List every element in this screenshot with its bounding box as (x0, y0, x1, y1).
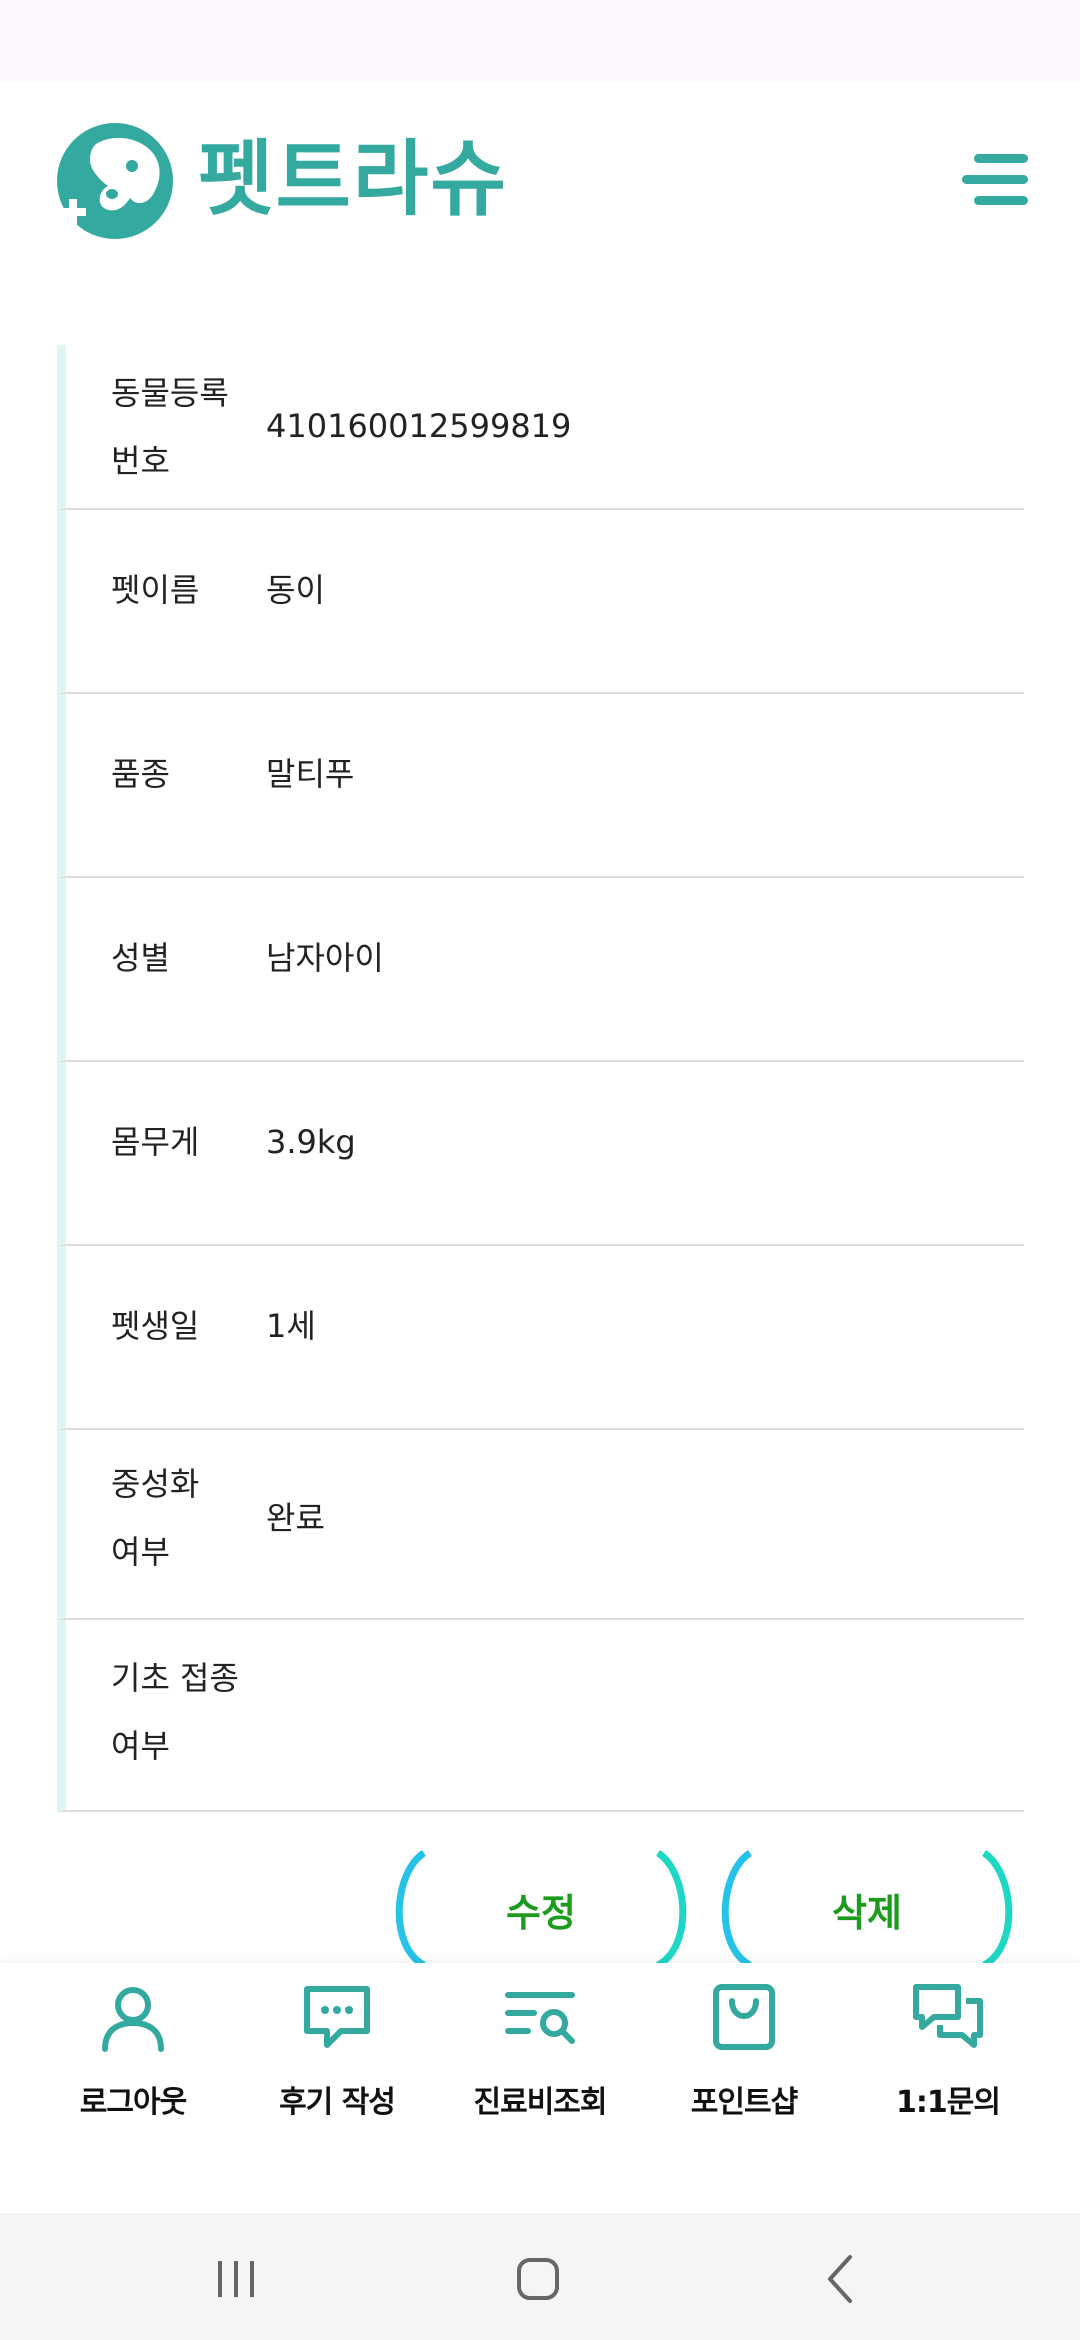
info-row-birthday: 펫생일 1세 (57, 1246, 1024, 1430)
nav-item-write-review[interactable]: 후기 작성 (235, 1963, 439, 2213)
row-label: 중성화 여부 (111, 1465, 200, 1571)
nav-item-point-shop[interactable]: 포인트샵 (642, 1963, 846, 2213)
edit-button[interactable]: 수정 (386, 1850, 696, 1968)
bottom-nav: 로그아웃 후기 작성 진료비조회 포인트샵 1:1문의 (0, 1963, 1080, 2213)
row-label: 품종 (111, 755, 170, 793)
hamburger-menu-icon[interactable] (962, 150, 1028, 210)
row-value: 남자아이 (266, 939, 384, 977)
row-label: 동물등록 번호 (111, 374, 229, 480)
nav-item-inquiry[interactable]: 1:1문의 (846, 1963, 1050, 2213)
user-icon (102, 1987, 164, 2052)
info-row-breed: 품종 말티푸 (57, 694, 1024, 878)
back-icon[interactable] (812, 2249, 872, 2309)
info-row-name: 펫이름 동이 (57, 510, 1024, 694)
delete-button-label: 삭제 (832, 1890, 902, 1935)
row-label: 기초 접종 여부 (111, 1659, 239, 1765)
home-icon[interactable] (508, 2249, 568, 2309)
row-label: 펫생일 (111, 1307, 200, 1345)
nav-label: 후기 작성 (279, 2085, 396, 2120)
status-bar (0, 0, 1080, 82)
shopping-bag-icon (713, 1984, 775, 2050)
nav-label: 로그아웃 (79, 2085, 187, 2120)
info-row-neutered: 중성화 여부 완료 (57, 1430, 1024, 1620)
row-value: 동이 (266, 571, 325, 609)
delete-button[interactable]: 삭제 (712, 1850, 1022, 1968)
row-value: 3.9kg (266, 1123, 356, 1161)
nav-label: 1:1문의 (896, 2085, 1001, 2120)
chat-bubbles-icon (913, 1984, 983, 2048)
recent-apps-icon[interactable] (206, 2249, 266, 2309)
info-row-gender: 성별 남자아이 (57, 878, 1024, 1062)
app-logo-text: 펫트라슈 (198, 132, 508, 227)
pet-cross-logo-icon (57, 123, 173, 239)
info-row-registration: 동물등록 번호 410160012599819 (57, 345, 1024, 510)
row-value: 완료 (266, 1499, 325, 1537)
edit-button-label: 수정 (506, 1890, 576, 1935)
nav-item-fee-lookup[interactable]: 진료비조회 (438, 1963, 642, 2213)
row-value: 1세 (266, 1307, 316, 1345)
row-value: 말티푸 (266, 755, 355, 793)
row-label: 성별 (111, 939, 170, 977)
row-value: 410160012599819 (266, 407, 572, 445)
nav-label: 진료비조회 (473, 2085, 608, 2120)
system-nav-bar (0, 2213, 1080, 2340)
nav-item-logout[interactable]: 로그아웃 (31, 1963, 235, 2213)
info-row-weight: 몸무게 3.9kg (57, 1062, 1024, 1246)
row-label: 몸무게 (111, 1123, 200, 1161)
row-label: 펫이름 (111, 571, 200, 609)
pet-info-list: 동물등록 번호 410160012599819 펫이름 동이 품종 말티푸 성별… (57, 345, 1024, 1812)
chat-bubble-icon (304, 1986, 370, 2048)
info-row-vaccination: 기초 접종 여부 (57, 1620, 1024, 1812)
list-search-icon (505, 1992, 575, 2044)
nav-label: 포인트샵 (690, 2085, 798, 2120)
